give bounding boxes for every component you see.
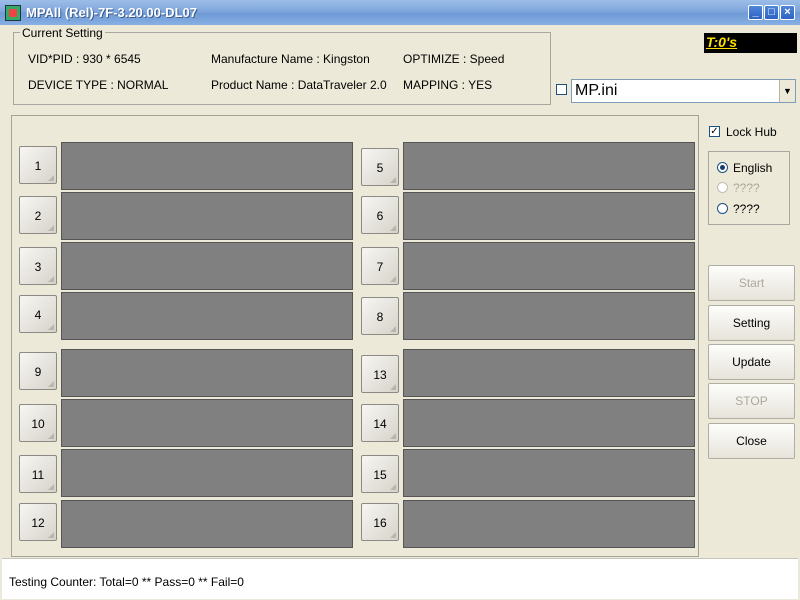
minimize-button[interactable]: _ — [748, 5, 763, 20]
slot-panel-14 — [403, 399, 695, 447]
slot-panel-10 — [61, 399, 353, 447]
slot-button-15[interactable]: 15 — [361, 455, 399, 493]
slot-panel-1 — [61, 142, 353, 190]
slot-button-8[interactable]: 8 — [361, 297, 399, 335]
device-type-label: DEVICE TYPE : NORMAL — [28, 78, 169, 92]
update-button[interactable]: Update — [708, 344, 795, 380]
slot-button-14[interactable]: 14 — [361, 404, 399, 442]
slot-panel-4 — [61, 292, 353, 340]
status-bar: Testing Counter: Total=0 ** Pass=0 ** Fa… — [2, 558, 798, 599]
slot-panel-16 — [403, 500, 695, 548]
window-title: MPAll (Rel)-7F-3.20.00-DL07 — [26, 5, 197, 20]
app-icon — [5, 5, 21, 21]
slot-panel-11 — [61, 449, 353, 497]
slot-button-5[interactable]: 5 — [361, 148, 399, 186]
slot-panel-2 — [61, 192, 353, 240]
start-button[interactable]: Start — [708, 265, 795, 301]
slot-button-13[interactable]: 13 — [361, 355, 399, 393]
vid-pid-label: VID*PID : 930 * 6545 — [28, 52, 141, 66]
lock-hub-label: Lock Hub — [726, 125, 777, 139]
slot-button-9[interactable]: 9 — [19, 352, 57, 390]
slot-panel-3 — [61, 242, 353, 290]
timer-display: T:0's — [704, 33, 797, 53]
slot-panel-9 — [61, 349, 353, 397]
mapping-label: MAPPING : YES — [403, 78, 493, 92]
slot-panel-13 — [403, 349, 695, 397]
setting-button[interactable]: Setting — [708, 305, 795, 341]
chevron-down-icon[interactable]: ▼ — [779, 80, 795, 102]
product-name-label: Product Name : DataTraveler 2.0 — [211, 78, 387, 92]
slot-panel-6 — [403, 192, 695, 240]
optimize-label: OPTIMIZE : Speed — [403, 52, 505, 66]
slot-button-4[interactable]: 4 — [19, 295, 57, 333]
slot-button-10[interactable]: 10 — [19, 404, 57, 442]
stop-button[interactable]: STOP — [708, 383, 795, 419]
manufacture-name-label: Manufacture Name : Kingston — [211, 52, 370, 66]
language-radio-english[interactable] — [717, 162, 728, 173]
slot-button-11[interactable]: 11 — [19, 455, 57, 493]
current-setting-legend: Current Setting — [20, 26, 105, 40]
close-button[interactable]: Close — [708, 423, 795, 459]
ini-file-combo[interactable]: MP.ini ▼ — [571, 79, 796, 103]
language-label-option-2: ???? — [733, 181, 760, 195]
testing-counter: Testing Counter: Total=0 ** Pass=0 ** Fa… — [9, 575, 244, 589]
ini-file-value: MP.ini — [575, 82, 618, 99]
ini-checkbox[interactable] — [556, 84, 567, 95]
close-window-button[interactable]: × — [780, 5, 795, 20]
main-window: MPAll (Rel)-7F-3.20.00-DL07 _ □ × Curren… — [0, 0, 800, 600]
timer-value: T:0's — [706, 34, 738, 50]
slot-panel-12 — [61, 500, 353, 548]
slot-button-12[interactable]: 12 — [19, 503, 57, 541]
slot-button-3[interactable]: 3 — [19, 247, 57, 285]
slot-panel-5 — [403, 142, 695, 190]
current-setting-group: Current Setting — [13, 26, 551, 105]
language-radio-option-2[interactable] — [717, 182, 728, 193]
slot-button-2[interactable]: 2 — [19, 196, 57, 234]
maximize-button[interactable]: □ — [764, 5, 779, 20]
slot-button-6[interactable]: 6 — [361, 196, 399, 234]
language-label-option-3: ???? — [733, 202, 760, 216]
slot-button-7[interactable]: 7 — [361, 247, 399, 285]
lock-hub-checkbox[interactable]: ✓ — [709, 126, 720, 137]
slot-button-16[interactable]: 16 — [361, 503, 399, 541]
slot-panel-7 — [403, 242, 695, 290]
title-bar[interactable]: MPAll (Rel)-7F-3.20.00-DL07 _ □ × — [0, 0, 800, 25]
slot-button-1[interactable]: 1 — [19, 146, 57, 184]
slot-panel-8 — [403, 292, 695, 340]
language-label-english: English — [733, 161, 773, 175]
language-radio-option-3[interactable] — [717, 203, 728, 214]
slot-panel-15 — [403, 449, 695, 497]
